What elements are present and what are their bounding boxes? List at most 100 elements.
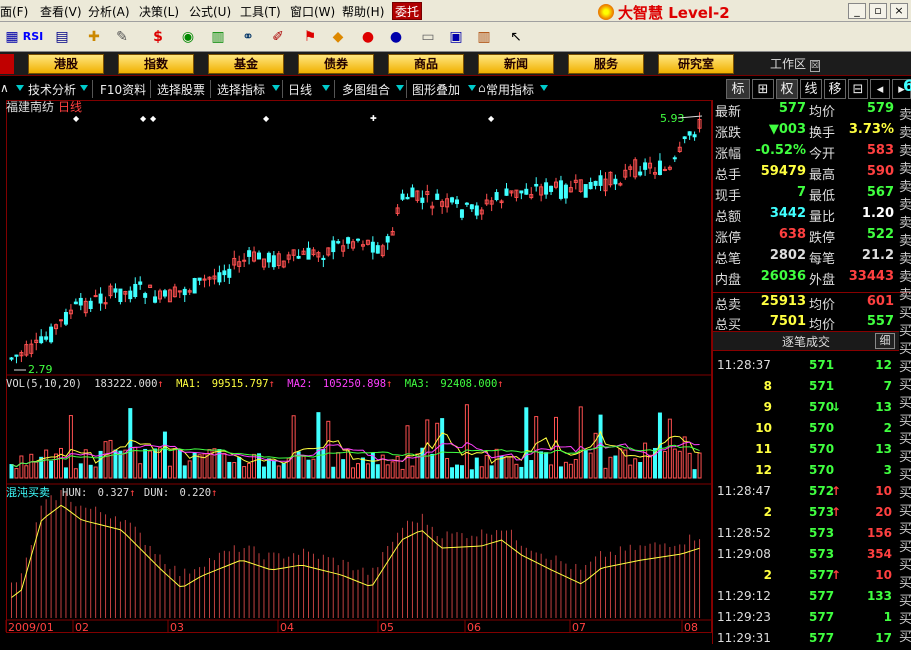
bars-icon[interactable]: ▥ [206, 26, 230, 48]
func-multi-chart[interactable]: 多图组合 [342, 81, 390, 98]
edge-label: 买 [899, 486, 911, 501]
workspace-label[interactable]: 工作区 ☒ [770, 55, 820, 72]
menu-item-analysis[interactable]: 分析(A) [88, 3, 130, 20]
stock-chart[interactable]: 福建南纺 日线 ◆ ◆ ◆ ◆ ✚ ◆ 5.93 2.79 VOL(5,10,20) 18… [0, 100, 712, 644]
nav-news[interactable]: 新闻 [478, 54, 554, 74]
func-daily[interactable]: 日线 [288, 81, 312, 98]
tab-mark[interactable]: 标 [726, 79, 750, 99]
help-cursor-icon[interactable]: ↖ [504, 26, 528, 48]
trade-time: 11:29:08 [717, 547, 771, 561]
dun-value: 0.220 [180, 487, 212, 499]
brand-logo: 大智慧 Level-2 [598, 2, 730, 23]
minimize-button[interactable]: _ [848, 3, 866, 19]
nav-index[interactable]: 指数 [118, 54, 194, 74]
dropdown-arrow-icon[interactable] [540, 85, 548, 91]
rsi-icon[interactable]: RSI [20, 26, 46, 48]
edge-label: 买 [899, 468, 911, 483]
dollar-icon[interactable]: $ [146, 26, 170, 48]
price-low-label: 2.79 [28, 363, 53, 376]
trade-row: 2 577 ↑ 10 [713, 566, 911, 587]
nav-fund[interactable]: 基金 [208, 54, 284, 74]
nav-commodity[interactable]: 商品 [388, 54, 464, 74]
candle-body [271, 255, 276, 268]
trade-row: 11 570 13 [713, 440, 911, 461]
trust-button[interactable]: 委托 [392, 2, 422, 20]
menu-item-help[interactable]: 帮助(H) [342, 3, 384, 20]
trades-detail-tab[interactable]: 细 [875, 333, 895, 349]
menu-item-view[interactable]: 查看(V) [40, 3, 82, 20]
menu-item-decision[interactable]: 决策(L) [139, 3, 179, 20]
tab-line[interactable]: 线 [800, 79, 822, 99]
dropdown-arrow-icon[interactable] [322, 85, 330, 91]
dropdown-arrow-icon[interactable] [396, 85, 404, 91]
quote-value: 638 [778, 227, 806, 242]
ruler-icon[interactable]: ✎ [110, 26, 134, 48]
nav-hk-stocks[interactable]: 港股 [28, 54, 104, 74]
restore-button[interactable]: ▫ [869, 3, 887, 19]
volume-bar [672, 448, 677, 479]
menu-item-formula[interactable]: 公式(U) [189, 3, 231, 20]
volume-bar [172, 448, 177, 479]
volume-bar [19, 455, 24, 479]
func-select-stock[interactable]: 选择股票 [157, 81, 205, 98]
func-common-indicators[interactable]: 常用指标 [486, 81, 534, 98]
menu-item-tools[interactable]: 工具(T) [240, 3, 281, 20]
close-button[interactable]: × [890, 3, 908, 19]
candle-body [9, 357, 14, 360]
dropdown-arrow-icon[interactable] [468, 85, 476, 91]
func-technical[interactable]: 技术分析 [28, 81, 76, 98]
diamond-icon[interactable]: ◆ [326, 26, 350, 48]
trade-volume: 354 [866, 547, 892, 561]
volume-bar [578, 406, 583, 479]
books-icon[interactable]: ▥ [472, 26, 496, 48]
volume-bar [519, 466, 524, 479]
quote-key: 每笔 [809, 252, 836, 267]
volume-bar [187, 460, 192, 479]
nav-left-button[interactable] [0, 54, 14, 74]
nav-service[interactable]: 服务 [568, 54, 644, 74]
left-arrow-icon[interactable]: ∧ [0, 81, 9, 95]
func-overlay[interactable]: 图形叠加 [412, 81, 460, 98]
hun-line [11, 504, 700, 598]
nav-bond[interactable]: 债券 [298, 54, 374, 74]
menu-item-file[interactable]: 面(F) [0, 3, 28, 20]
func-f10[interactable]: F10资料 [100, 81, 146, 98]
print-icon[interactable]: ▭ [416, 26, 440, 48]
workspace-icon: ☒ [809, 60, 820, 72]
blue-ball-icon[interactable]: ● [384, 26, 408, 48]
red-ball-icon[interactable]: ● [356, 26, 380, 48]
nav-research[interactable]: 研究室 [658, 54, 734, 74]
func-select-indicator[interactable]: 选择指标 [217, 81, 265, 98]
table-icon[interactable]: ▤ [50, 26, 74, 48]
dropdown-arrow-icon[interactable] [80, 85, 88, 91]
pen-icon[interactable]: ✐ [266, 26, 290, 48]
flag-icon[interactable]: ⚑ [298, 26, 322, 48]
candle-body [672, 157, 677, 160]
dropdown-arrow-icon[interactable] [272, 85, 280, 91]
indicator-name: 混沌买卖 [6, 486, 50, 499]
window-icon[interactable]: ▣ [444, 26, 468, 48]
volume-bar [261, 466, 266, 479]
menu-item-window[interactable]: 窗口(W) [290, 3, 335, 20]
candle-body [420, 197, 425, 203]
edge-label: 买 [899, 324, 911, 339]
trade-arrow: ↑ [831, 505, 842, 519]
edge-label: 卖 [899, 216, 911, 231]
candle-body [410, 187, 415, 198]
dropdown-arrow-icon[interactable] [16, 85, 24, 91]
tab-move[interactable]: 移 [824, 79, 846, 99]
volume-bar [390, 461, 395, 479]
binoculars-icon[interactable]: ⚭ [236, 26, 260, 48]
plus-box-icon[interactable]: ⊞ [752, 79, 774, 99]
event-marker: ◆ [488, 114, 495, 123]
quote-row: 涨幅 -0.52% 今开 583 [713, 142, 911, 163]
window-box-icon[interactable]: ⊟ [848, 79, 868, 99]
tab-rights[interactable]: 权 [776, 79, 798, 99]
palette-icon[interactable]: ◉ [176, 26, 200, 48]
volume-bar [167, 465, 172, 479]
quote-key: 均价 [809, 298, 836, 313]
quote-value: 26036 [760, 269, 806, 284]
candle-body [88, 300, 93, 310]
prev-icon[interactable]: ◂ [870, 79, 890, 99]
crosshair-icon[interactable]: ✚ [82, 26, 106, 48]
